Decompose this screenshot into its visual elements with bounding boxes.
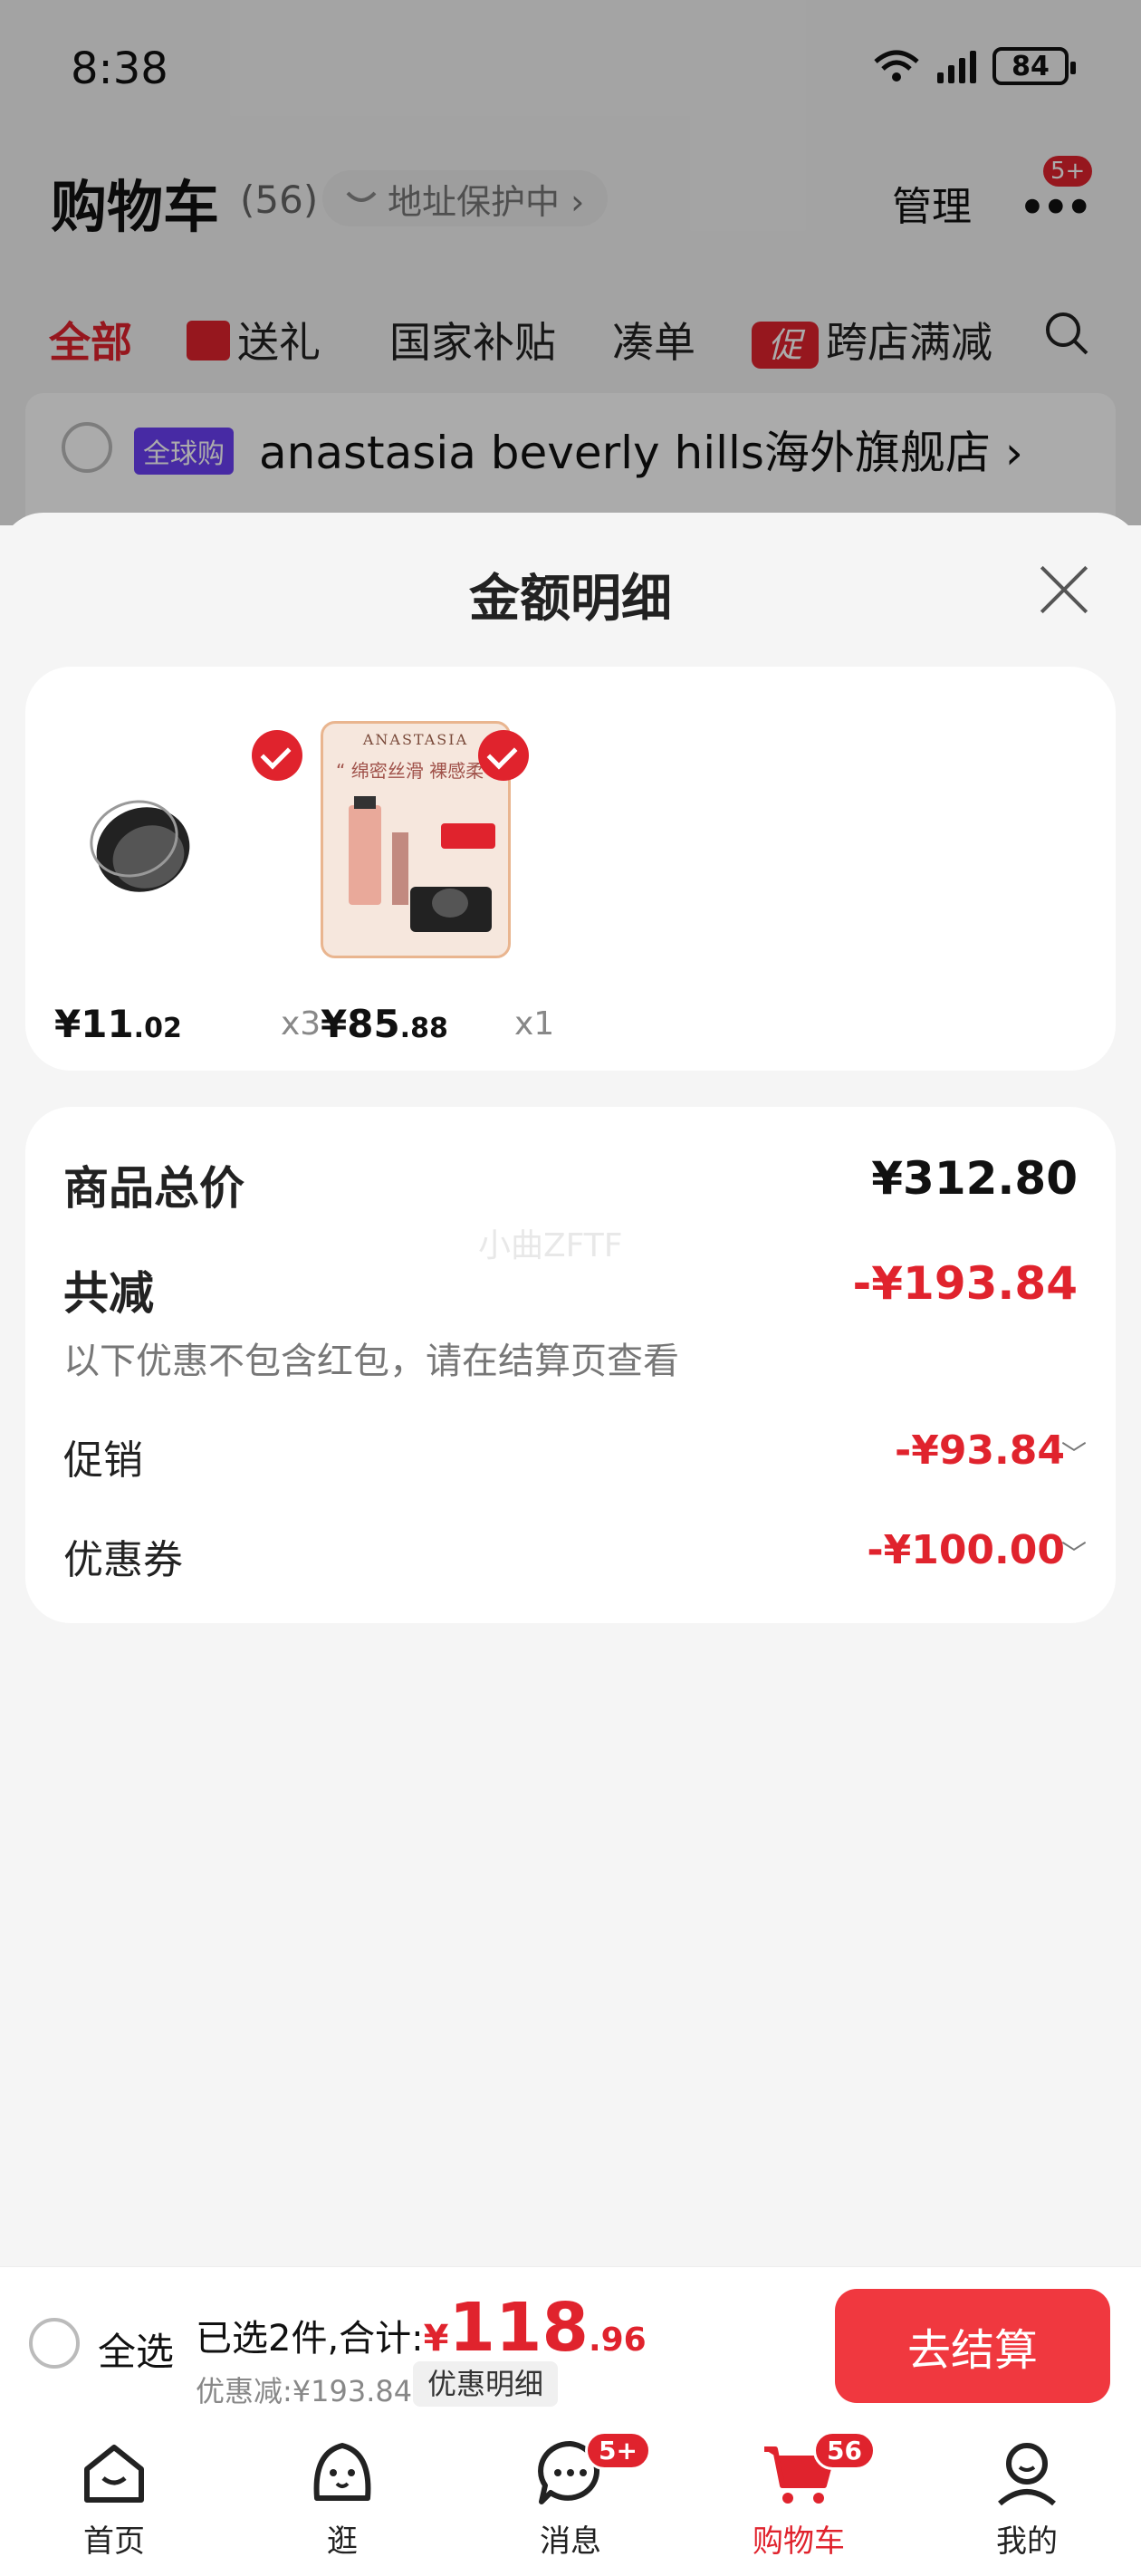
coupon-label: 优惠券 (63, 1537, 183, 1583)
promotion-value[interactable]: -¥93.84 (895, 1427, 1065, 1474)
total-summary: 已选2件,合计:¥118.96 (196, 2289, 647, 2367)
coupon-value[interactable]: -¥100.00 (867, 1527, 1065, 1573)
amount-detail-sheet: 金额明细 ¥11.02 x3 ANASTASIA “ 绵密丝滑 裸感柔 ¥85.… (0, 513, 1141, 2266)
tab-home[interactable]: 首页 (24, 2435, 205, 2561)
chevron-down-icon[interactable]: ﹀ (1061, 1534, 1087, 1571)
watermark: 小曲ZFTF (478, 1227, 623, 1264)
tab-messages[interactable]: 5+ 消息 (480, 2431, 661, 2561)
product-price: ¥11.02 (54, 1002, 182, 1046)
product-item[interactable]: ANASTASIA “ 绵密丝滑 裸感柔 ¥85.88 x1 (321, 721, 556, 1046)
tab-cart[interactable]: 56 购物车 (708, 2431, 889, 2561)
promotion-label: 促销 (63, 1437, 143, 1484)
goods-total-label: 商品总价 (63, 1162, 244, 1215)
selected-check-icon (478, 730, 529, 781)
product-qty: x3 (281, 1005, 321, 1043)
total-decimal: .96 (588, 2321, 647, 2359)
cart-badge: 56 (813, 2431, 876, 2470)
product-image-mirror (47, 721, 237, 958)
dim-overlay[interactable] (0, 0, 1141, 525)
total-integer: 118 (448, 2289, 589, 2367)
tab-cart-label: 购物车 (753, 2523, 845, 2560)
total-reduce-value: -¥193.84 (852, 1257, 1079, 1310)
tab-profile-label: 我的 (996, 2523, 1058, 2560)
total-reduce-label: 共减 (63, 1267, 154, 1320)
home-icon (84, 2445, 144, 2503)
tab-stroll[interactable]: 逛 (252, 2435, 433, 2561)
discount-summary: 优惠减:¥193.84 (196, 2374, 413, 2408)
chevron-down-icon[interactable]: ﹀ (1061, 1435, 1087, 1471)
select-all-label[interactable]: 全选 (98, 2321, 174, 2377)
checkout-bar: 全选 已选2件,合计:¥118.96 优惠减:¥193.84 优惠明细 去结算 (0, 2266, 1141, 2422)
selected-count-text: 已选2件,合计: (196, 2318, 424, 2360)
selected-check-icon (252, 730, 302, 781)
tab-messages-label: 消息 (540, 2523, 601, 2560)
amount-summary-card: 商品总价 ¥312.80 小曲ZFTF 共减 -¥193.84 以下优惠不包含红… (25, 1107, 1116, 1623)
tab-home-label: 首页 (83, 2523, 145, 2560)
product-qty: x1 (514, 1005, 555, 1043)
goods-total-value: ¥312.80 (871, 1152, 1078, 1205)
total-currency: ¥ (423, 2318, 449, 2360)
select-all-checkbox[interactable] (29, 2318, 80, 2369)
product-price: ¥85.88 (321, 1002, 448, 1046)
products-card: ¥11.02 x3 ANASTASIA “ 绵密丝滑 裸感柔 ¥85.88 x1 (25, 667, 1116, 1071)
discount-note: 以下优惠不包含红包，请在结算页查看 (63, 1341, 679, 1382)
sheet-title: 金额明细 (469, 570, 672, 629)
close-icon[interactable] (1036, 562, 1092, 618)
profile-icon (998, 2443, 1056, 2506)
checkout-button[interactable]: 去结算 (835, 2289, 1110, 2403)
messages-badge: 5+ (585, 2431, 651, 2470)
bottom-tab-bar: 首页 逛 5+ 消息 56 购物车 我的 (0, 2422, 1141, 2576)
discount-detail-button[interactable]: 优惠明细 (413, 2361, 559, 2407)
product-item[interactable]: ¥11.02 x3 (47, 721, 321, 1046)
cosmetics-kit-icon (349, 796, 495, 932)
tab-profile[interactable]: 我的 (936, 2435, 1117, 2561)
tab-stroll-label: 逛 (327, 2523, 358, 2560)
stroll-icon (313, 2443, 371, 2501)
compact-mirror-icon (90, 800, 190, 892)
